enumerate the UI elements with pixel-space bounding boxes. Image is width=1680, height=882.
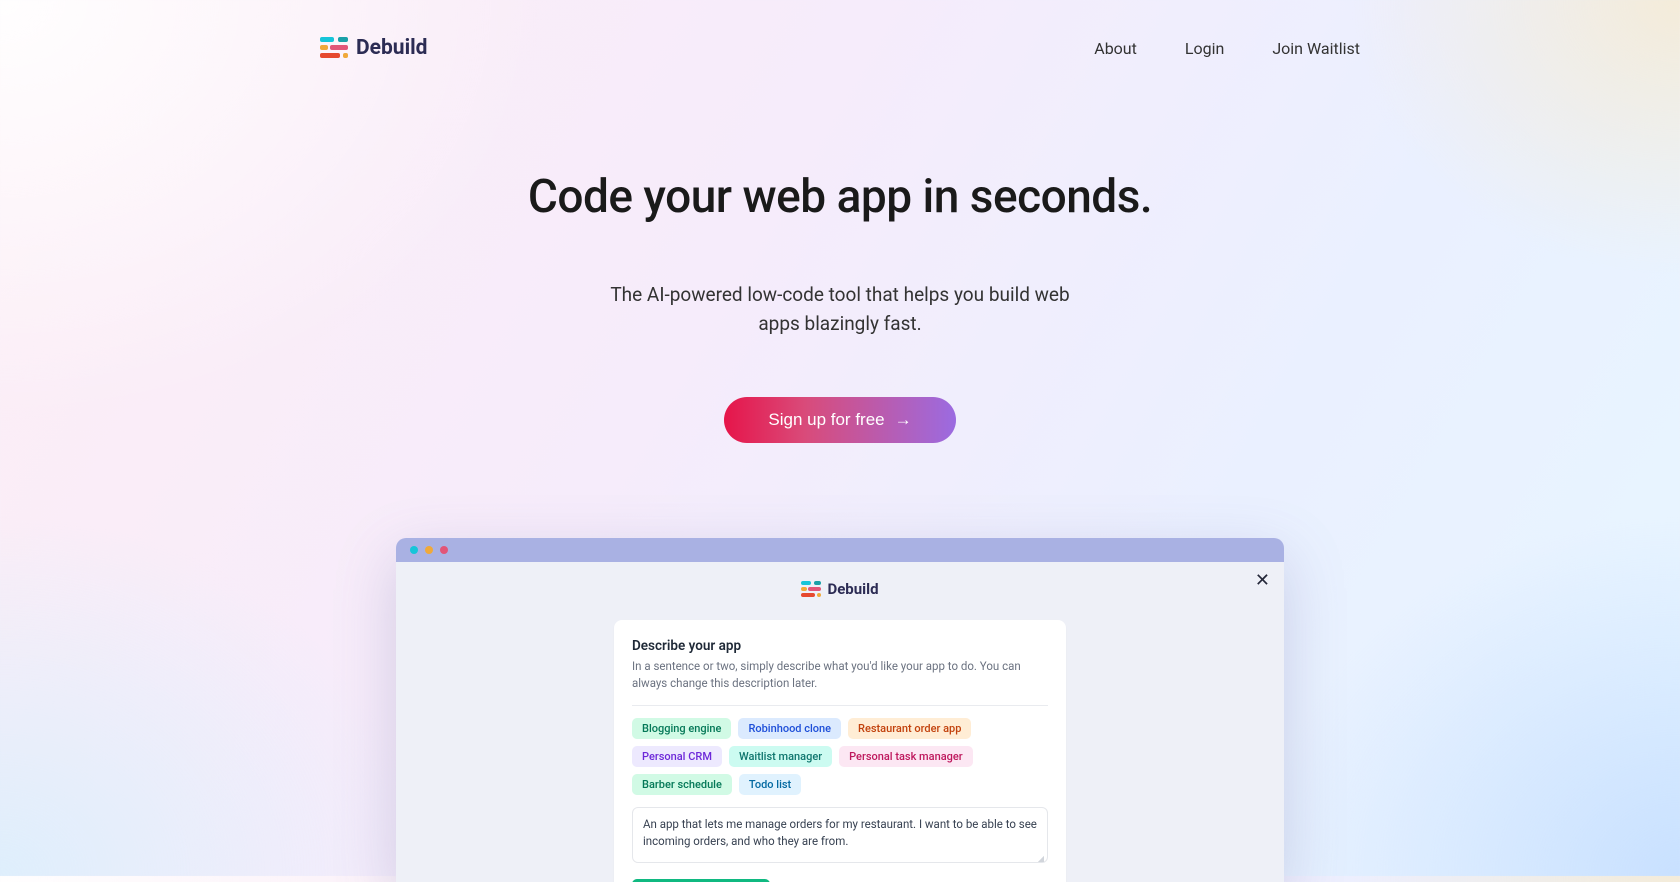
logo[interactable]: Debuild (320, 36, 428, 60)
describe-card: Describe your app In a sentence or two, … (614, 620, 1066, 882)
hero: Code your web app in seconds. The AI-pow… (0, 170, 1680, 443)
brand-text: Debuild (356, 36, 428, 60)
mock-logo-icon (801, 581, 821, 597)
hero-headline: Code your web app in seconds. (0, 170, 1680, 224)
traffic-light-close-icon (410, 546, 418, 554)
top-nav: About Login Join Waitlist (1094, 39, 1360, 58)
mock-logo: Debuild (396, 580, 1284, 598)
mock-window: ✕ Debuild Describe your app In a sentenc… (396, 538, 1284, 882)
close-icon[interactable]: ✕ (1255, 572, 1270, 590)
signup-button-label: Sign up for free (768, 410, 884, 430)
nav-waitlist[interactable]: Join Waitlist (1272, 39, 1360, 58)
chip-robinhood-clone[interactable]: Robinhood clone (738, 718, 841, 739)
chip-todo-list[interactable]: Todo list (739, 774, 801, 795)
card-title: Describe your app (632, 638, 1048, 654)
card-helper: In a sentence or two, simply describe wh… (632, 658, 1048, 691)
mock-brand-text: Debuild (827, 580, 878, 598)
card-divider (632, 705, 1048, 706)
mock-titlebar (396, 538, 1284, 562)
arrow-right-icon: → (895, 410, 912, 430)
hero-subtitle: The AI-powered low-code tool that helps … (590, 280, 1090, 339)
confirm-description-button[interactable]: Confirm description > (632, 879, 770, 882)
chip-personal-task-manager[interactable]: Personal task manager (839, 746, 973, 767)
nav-login[interactable]: Login (1185, 39, 1224, 58)
chip-blogging-engine[interactable]: Blogging engine (632, 718, 731, 739)
chip-waitlist-manager[interactable]: Waitlist manager (729, 746, 832, 767)
nav-about[interactable]: About (1094, 39, 1137, 58)
suggestion-chips: Blogging engine Robinhood clone Restaurant… (632, 718, 1048, 795)
mock-frame: ✕ Debuild Describe your app In a sentenc… (396, 562, 1284, 882)
traffic-light-max-icon (440, 546, 448, 554)
traffic-light-min-icon (425, 546, 433, 554)
logo-icon (320, 37, 348, 59)
chip-restaurant-order-app[interactable]: Restaurant order app (848, 718, 971, 739)
signup-button[interactable]: Sign up for free → (724, 397, 955, 443)
site-header: Debuild About Login Join Waitlist (0, 0, 1680, 60)
product-mockup: ✕ Debuild Describe your app In a sentenc… (396, 538, 1284, 882)
description-textarea[interactable] (632, 807, 1048, 863)
chip-personal-crm[interactable]: Personal CRM (632, 746, 722, 767)
chip-barber-schedule[interactable]: Barber schedule (632, 774, 732, 795)
